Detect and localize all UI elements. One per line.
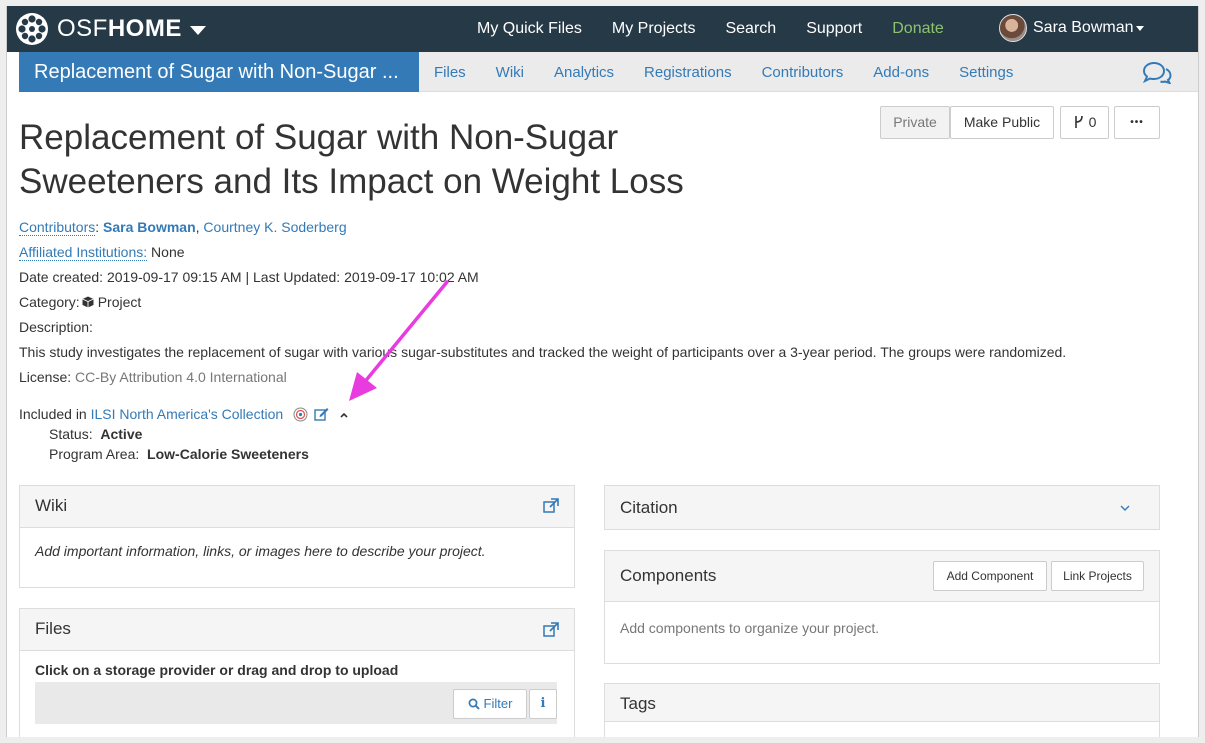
osf-home-brand[interactable]: OSFHOME [15, 11, 206, 47]
affiliated-institutions-line: Affiliated Institutions: None [19, 244, 185, 261]
private-button[interactable]: Private [880, 106, 950, 139]
fork-count: 0 [1088, 114, 1097, 130]
brand-text: OSFHOME [57, 15, 182, 42]
nav-donate[interactable]: Donate [892, 20, 944, 38]
contributor-link-1[interactable]: Sara Bowman [103, 219, 196, 235]
tab-wiki[interactable]: Wiki [496, 64, 524, 81]
citation-panel[interactable]: Citation [604, 485, 1160, 530]
annotation-arrow [349, 280, 449, 401]
components-panel-title: Components [620, 566, 717, 585]
filter-button[interactable]: Filter [453, 689, 527, 719]
category-line: Category: Project [19, 294, 141, 310]
status-line: Status: Active [49, 426, 142, 442]
citation-panel-title: Citation [620, 498, 678, 517]
collection-badge-icon [293, 407, 308, 422]
category-value: Project [97, 294, 142, 310]
add-component-button[interactable]: Add Component [933, 561, 1047, 591]
caret-down-icon [1135, 25, 1144, 31]
tab-contributors[interactable]: Contributors [762, 64, 844, 81]
license-label: License: [19, 369, 72, 385]
nav-support[interactable]: Support [806, 20, 862, 38]
collection-line: Included in ILSI North America's Collect… [19, 406, 349, 422]
external-link-icon[interactable] [543, 498, 559, 514]
fork-button[interactable]: 0 [1060, 106, 1109, 139]
description-label: Description: [19, 319, 93, 335]
wiki-panel-title: Wiki [35, 496, 68, 515]
project-nav-title[interactable]: Replacement of Sugar with Non-Sugar ... [19, 52, 419, 92]
components-panel-header: Components Add Component Link Projects [605, 551, 1159, 602]
cube-icon [82, 296, 94, 308]
contributor-link-2[interactable]: Courtney K. Soderberg [203, 219, 346, 235]
tags-panel: Tags [604, 683, 1160, 737]
wiki-panel: Wiki Add important information, links, o… [19, 485, 575, 588]
program-area-label: Program Area: [49, 446, 140, 462]
tab-analytics[interactable]: Analytics [554, 64, 614, 81]
avatar [999, 14, 1027, 42]
more-options-button[interactable]: ••• [1114, 106, 1160, 139]
affiliated-institutions-value: None [147, 244, 185, 260]
user-menu[interactable]: Sara Bowman [999, 14, 1144, 42]
category-label: Category: [19, 294, 80, 310]
status-value: Active [100, 426, 143, 442]
contributors-label[interactable]: Contributors [19, 219, 96, 236]
osf-logo-icon [16, 13, 48, 45]
external-link-icon[interactable] [543, 622, 559, 638]
citation-panel-header: Citation [605, 486, 1159, 529]
status-label: Status: [49, 426, 93, 442]
wiki-placeholder-text: Add important information, links, or ima… [35, 543, 486, 559]
included-in-label: Included in [19, 406, 87, 422]
license-line: License: CC-By Attribution 4.0 Internati… [19, 369, 287, 385]
files-toolbar: Filter i [35, 682, 557, 724]
make-public-button[interactable]: Make Public [950, 106, 1054, 139]
project-title: Replacement of Sugar with Non-Sugar Swee… [19, 118, 684, 201]
contributors-line: Contributors: Sara Bowman, Courtney K. S… [19, 219, 347, 236]
edit-icon[interactable] [314, 407, 329, 421]
fork-icon [1074, 115, 1083, 128]
project-nav-links: Files Wiki Analytics Registrations Contr… [434, 52, 1043, 92]
description-text: This study investigates the replacement … [19, 344, 1067, 360]
program-area-line: Program Area: Low-Calorie Sweeteners [49, 446, 309, 462]
link-projects-button[interactable]: Link Projects [1051, 561, 1144, 591]
info-button[interactable]: i [529, 689, 557, 719]
tags-panel-header: Tags [605, 684, 1159, 722]
top-nav-links: My Quick Files My Projects Search Suppor… [477, 6, 974, 52]
components-panel: Components Add Component Link Projects A… [604, 550, 1160, 664]
tab-registrations[interactable]: Registrations [644, 64, 732, 81]
license-value[interactable]: CC-By Attribution 4.0 International [75, 369, 287, 385]
comments-icon[interactable] [1142, 62, 1172, 84]
program-area-value: Low-Calorie Sweeteners [147, 446, 309, 462]
tab-settings[interactable]: Settings [959, 64, 1013, 81]
project-navbar: Replacement of Sugar with Non-Sugar ... … [19, 52, 1198, 92]
affiliated-institutions-label[interactable]: Affiliated Institutions: [19, 244, 148, 261]
browser-frame: OSFHOME My Quick Files My Projects Searc… [6, 6, 1199, 737]
chevron-down-icon [189, 25, 206, 35]
collection-link[interactable]: ILSI North America's Collection [91, 406, 284, 422]
files-panel-header: Files [20, 609, 574, 651]
files-panel-title: Files [35, 619, 71, 638]
components-placeholder-text: Add components to organize your project. [620, 620, 880, 636]
tags-panel-title: Tags [620, 694, 656, 713]
search-icon [468, 698, 480, 710]
wiki-panel-header: Wiki [20, 486, 574, 528]
nav-search[interactable]: Search [725, 20, 776, 38]
user-name: Sara Bowman [1033, 19, 1134, 36]
nav-my-quick-files[interactable]: My Quick Files [477, 20, 582, 38]
tab-add-ons[interactable]: Add-ons [873, 64, 929, 81]
files-panel: Files Click on a storage provider or dra… [19, 608, 575, 737]
filter-label: Filter [483, 696, 513, 711]
chevron-down-icon[interactable] [1119, 504, 1131, 512]
nav-my-projects[interactable]: My Projects [612, 20, 696, 38]
tab-files[interactable]: Files [434, 64, 466, 81]
files-upload-instructions: Click on a storage provider or drag and … [35, 662, 399, 678]
top-navbar: OSFHOME My Quick Files My Projects Searc… [7, 6, 1198, 52]
